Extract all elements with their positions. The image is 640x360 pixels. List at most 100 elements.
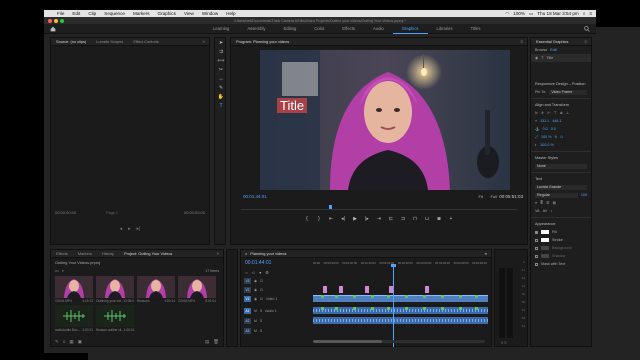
text-align-left-icon[interactable]: ≡ — [535, 201, 537, 205]
solo-icon[interactable]: S — [260, 319, 262, 323]
track-select-tool-icon[interactable]: ⇉ — [215, 47, 227, 56]
align-right-icon[interactable]: ⊩ — [547, 111, 550, 115]
workspace-tab-color[interactable]: Color — [305, 24, 333, 34]
workspace-tab-editing[interactable]: Editing — [274, 24, 305, 34]
track-a1[interactable]: A1 M S Audio 1 — [241, 306, 488, 315]
lock-icon[interactable]: ⊡ — [260, 297, 263, 301]
font-size[interactable]: 100 — [581, 193, 587, 197]
razor-tool-icon[interactable]: ✂ — [215, 65, 227, 74]
tab-lumetri-scopes[interactable]: Lumetri Scopes — [91, 39, 128, 44]
tab-effects[interactable]: Effects — [51, 251, 73, 256]
layer-title[interactable]: Title — [546, 56, 553, 60]
playback-resolution-select[interactable]: Full — [491, 194, 497, 199]
search-icon[interactable]: ⌕ — [62, 268, 64, 273]
kerning-icon[interactable]: AV — [543, 209, 548, 213]
export-frame-icon[interactable]: ◙ — [436, 216, 443, 222]
snap-icon[interactable]: ∩ — [245, 270, 248, 275]
time-ruler[interactable]: 00:00 00:00:30:00 00:01:00:00 00:01:30:00 00… — [313, 261, 487, 269]
align-middle-icon[interactable]: ≑ — [560, 111, 563, 115]
mute-icon[interactable]: M — [254, 309, 257, 313]
tab-essential-graphics[interactable]: Essential Graphics — [531, 39, 573, 44]
graphic-clip[interactable] — [425, 286, 429, 293]
wifi-icon[interactable]: ◠ — [505, 11, 509, 17]
step-back-icon[interactable]: ◂ — [120, 226, 123, 232]
hand-tool-icon[interactable]: ✋ — [215, 92, 227, 101]
workspace-tab-titles[interactable]: Titles — [462, 24, 490, 34]
solo-icon[interactable]: S — [260, 329, 262, 333]
background-checkbox[interactable] — [535, 246, 538, 250]
shadow-checkbox[interactable] — [535, 254, 538, 258]
tab-effect-controls[interactable]: Effect Controls — [128, 39, 163, 44]
workspace-tab-audio[interactable]: Audio — [364, 24, 393, 34]
search-icon[interactable] — [584, 26, 590, 32]
source-timecode-in[interactable]: 00:00:00:00 — [55, 210, 76, 215]
pin-to-select[interactable]: Video Frame — [549, 89, 587, 95]
title-overlay-text[interactable]: Title — [277, 98, 308, 113]
font-select[interactable]: Lucida Grande — [535, 184, 587, 190]
tab-markers[interactable]: Markers — [73, 251, 97, 256]
home-icon[interactable] — [50, 26, 56, 32]
mark-in-icon[interactable]: { — [304, 216, 311, 222]
search-icon[interactable]: ⌕ — [583, 11, 586, 16]
pen-tool-icon[interactable]: ✎ — [215, 83, 227, 92]
font-weight-select[interactable]: Regular — [535, 192, 578, 198]
track-a3[interactable]: A3 M S — [241, 326, 487, 335]
justify-icon[interactable]: ▤ — [553, 201, 556, 205]
lift-icon[interactable]: ⊓ — [412, 216, 419, 222]
play-icon[interactable]: ▸ — [128, 226, 131, 232]
sequence-tab[interactable]: Planning your videos — [250, 251, 286, 256]
panel-menu-icon[interactable]: ≡ — [584, 39, 591, 44]
extract-icon[interactable]: ⊔ — [424, 216, 431, 222]
track-target-button[interactable]: V3 — [244, 277, 251, 284]
opacity-value[interactable]: 100.0 % — [540, 143, 554, 147]
eye-icon[interactable]: ◉ — [535, 56, 538, 60]
menu-graphics[interactable]: Graphics — [154, 11, 180, 16]
eg-tab-browse[interactable]: Browse — [535, 48, 547, 52]
track-v2[interactable]: V2 ◉ ⊡ — [241, 285, 487, 294]
close-sequence-icon[interactable]: × — [245, 251, 247, 256]
scale-value[interactable]: 100 % — [541, 135, 551, 139]
panel-menu-icon[interactable]: » — [216, 251, 223, 256]
icon-view-icon[interactable]: ▦ — [69, 339, 73, 345]
graphic-clip[interactable] — [365, 286, 369, 293]
step-forward-icon[interactable]: |▸ — [364, 216, 371, 222]
program-scrubber[interactable] — [241, 205, 517, 210]
track-target-button[interactable]: A1 — [244, 307, 251, 314]
menu-markers[interactable]: Markers — [129, 11, 154, 16]
menu-edit[interactable]: Edit — [68, 11, 84, 16]
fill-color-swatch[interactable] — [541, 230, 549, 234]
workspace-tab-graphics[interactable]: Graphics — [392, 24, 428, 34]
track-target-button[interactable]: A3 — [244, 327, 251, 334]
linked-selection-icon[interactable]: ⊂ — [252, 270, 255, 275]
position-y[interactable]: 448.1 — [552, 119, 561, 123]
selection-tool-icon[interactable]: ➤ — [215, 38, 227, 47]
solo-icon[interactable]: S — [260, 309, 262, 313]
project-item[interactable]: Reason outline cli... 1:00:01 — [96, 305, 134, 332]
solo-buttons[interactable]: S S — [501, 341, 506, 345]
toggle-output-icon[interactable]: ◉ — [254, 279, 257, 283]
position-x[interactable]: 131.1 — [540, 119, 549, 123]
zoom-level-select[interactable]: Fit — [479, 194, 483, 199]
overwrite-icon[interactable]: ⊐ — [400, 216, 407, 222]
control-center-icon[interactable]: ≡ — [589, 11, 592, 16]
freeform-view-icon[interactable]: ▣ — [78, 339, 82, 345]
mute-icon[interactable]: M — [254, 319, 257, 323]
tab-program[interactable]: Program: Planning your videos — [231, 39, 294, 44]
track-target-button[interactable]: A2 — [244, 317, 251, 324]
go-to-in-icon[interactable]: ⇤ — [328, 216, 335, 222]
program-playhead[interactable] — [329, 205, 332, 209]
rotation-value[interactable]: 0 — [561, 135, 563, 139]
timeline-scrollbar[interactable] — [313, 340, 485, 343]
anchor-x[interactable]: 0.0 — [543, 127, 548, 131]
battery-icon[interactable]: ▭ — [529, 11, 533, 17]
project-item[interactable]: Reasons 1:00:14 — [137, 276, 175, 303]
audio-clip[interactable] — [313, 317, 488, 324]
panel-menu-icon[interactable]: ≡ — [520, 39, 527, 44]
wrench-icon[interactable]: ⚙ — [265, 270, 269, 275]
track-target-button[interactable]: V2 — [244, 286, 251, 293]
toggle-output-icon[interactable]: ◉ — [254, 297, 257, 301]
eg-tab-edit[interactable]: Edit — [550, 48, 556, 52]
graphic-clip[interactable] — [323, 286, 327, 293]
shadow-color-swatch[interactable] — [541, 254, 549, 258]
anchor-y[interactable]: 0.0 — [551, 127, 556, 131]
